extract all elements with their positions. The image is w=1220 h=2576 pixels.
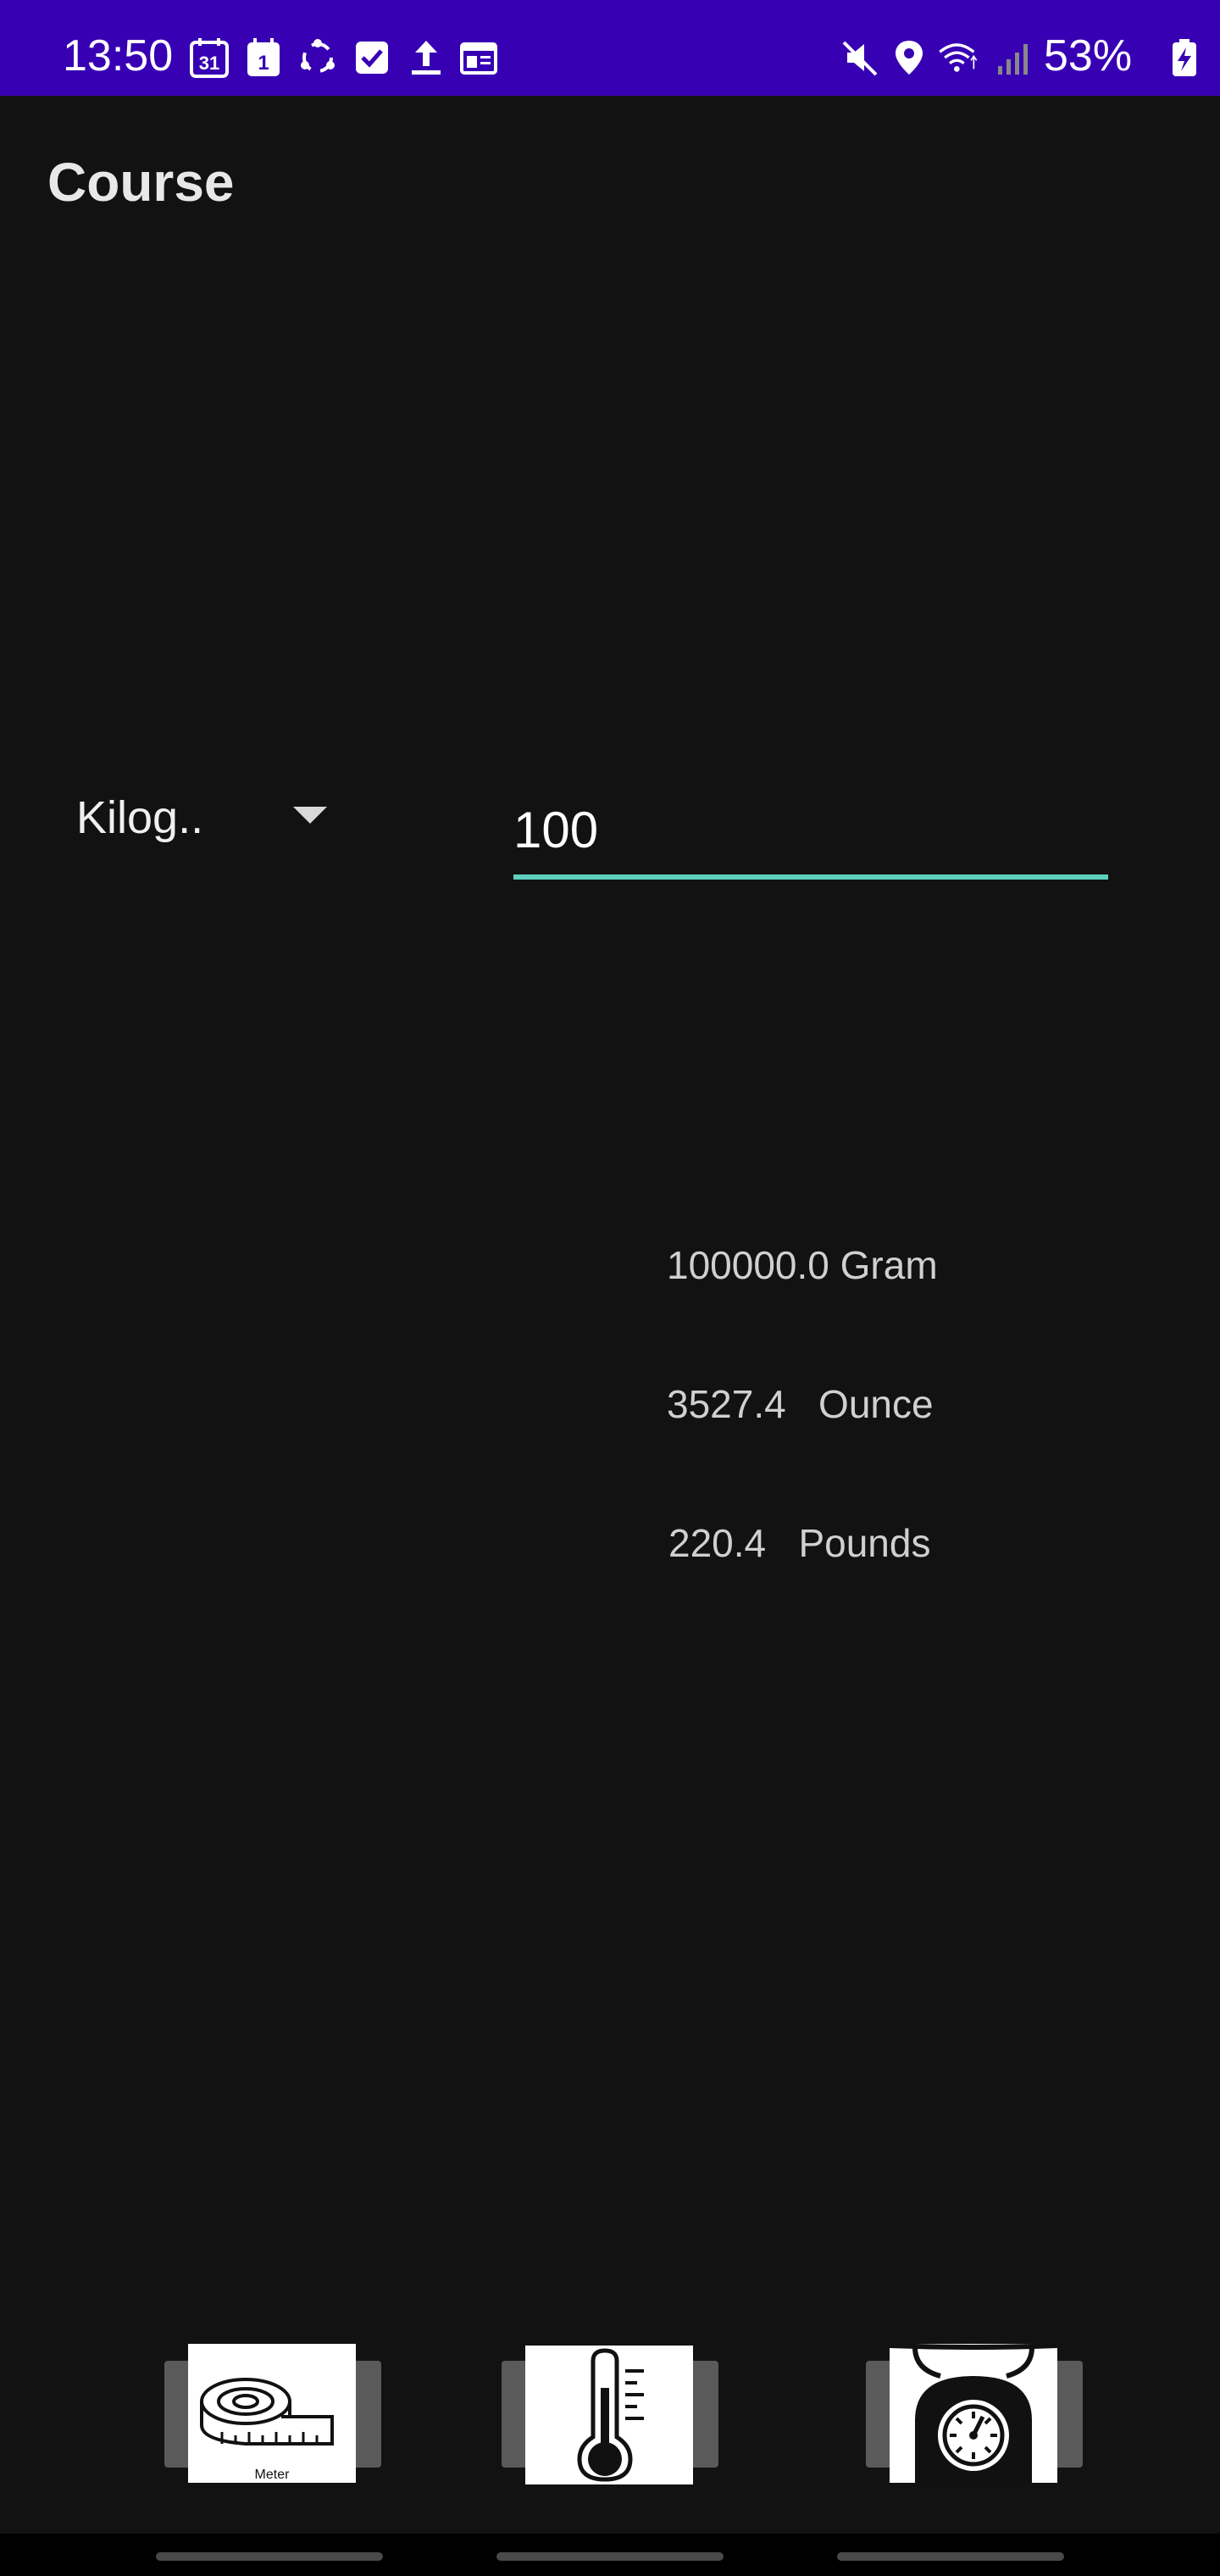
meter-button[interactable]: Meter [164, 2344, 381, 2512]
status-bar: 13:50 31 1 53% [0, 0, 1220, 96]
calendar-badge-icon: 1 [247, 38, 280, 76]
meter-caption: Meter [254, 2468, 290, 2482]
status-time: 13:50 [63, 31, 174, 80]
weight-button[interactable] [866, 2343, 1083, 2512]
result-ounce: 3527.4 Ounce [667, 1382, 934, 1426]
thermometer-icon [577, 2348, 644, 2482]
meter-button-card: Meter [188, 2344, 356, 2483]
recents-gesture-handle[interactable] [156, 2552, 383, 2561]
location-icon [896, 41, 923, 75]
value-input[interactable] [513, 790, 1108, 869]
upload-icon [412, 41, 441, 75]
tape-measure-icon [200, 2378, 334, 2446]
calendar-icon: 31 [190, 38, 229, 78]
weight-button-card [889, 2343, 1058, 2483]
value-input-container [513, 790, 1108, 880]
signal-icon [998, 44, 1028, 75]
chevron-down-icon [293, 807, 327, 824]
checkbox-icon [356, 42, 388, 74]
result-pounds: 220.4 Pounds [668, 1521, 931, 1565]
battery-percent: 53% [1044, 31, 1133, 80]
calendar-badge-text: 1 [258, 52, 269, 75]
home-gesture-handle[interactable] [496, 2552, 724, 2561]
app-title: Course [47, 152, 235, 213]
temperature-button[interactable] [502, 2344, 718, 2512]
back-gesture-handle[interactable] [837, 2552, 1064, 2561]
kitchen-scale-icon [889, 2343, 1058, 2483]
battery-charging-icon [1173, 39, 1196, 76]
news-icon [460, 42, 497, 75]
gesture-navigation-bar [0, 2534, 1220, 2576]
mute-icon [842, 41, 878, 76]
temperature-button-card [525, 2346, 693, 2484]
wifi-icon [939, 43, 978, 72]
calendar-day-text: 31 [199, 53, 219, 74]
sync-icon [301, 39, 335, 73]
unit-dropdown-label: Kilog.. [76, 792, 204, 843]
result-gram: 100000.0 Gram [667, 1243, 938, 1287]
unit-dropdown[interactable]: Kilog.. [76, 788, 347, 856]
